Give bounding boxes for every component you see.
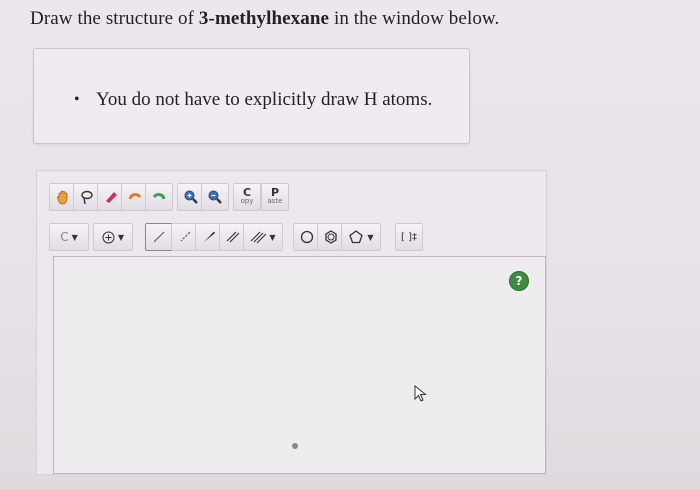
hint-box: • You do not have to explicitly draw H a… [33,48,470,144]
zoom-in-icon [184,190,198,204]
chevron-down-icon: ▼ [71,232,78,242]
charge-dropdown[interactable]: ▼ [93,223,133,251]
redo-icon [152,193,166,200]
undo-icon [128,193,142,200]
hashed-bond-icon [180,231,191,242]
hexagon-ring-icon [300,230,314,244]
editor-toolbar-top: C opy P aste [49,183,289,211]
wedge-bond-icon [204,231,215,242]
copy-label: C [242,186,252,199]
editor-toolbar-bottom: C ▼ ▼ ▼ ▼ [ ]‡ [49,223,449,251]
atom-select-value: C [60,230,69,244]
single-bond-icon [153,231,165,243]
hint-item: • You do not have to explicitly draw H a… [74,89,433,111]
mouse-cursor-icon [414,385,427,402]
hint-text: You do not have to explicitly draw H ato… [96,89,433,110]
zoom-out-button[interactable] [201,183,229,211]
prompt-prefix: Draw the structure of [30,8,199,29]
bullet-icon: • [74,91,80,108]
help-button[interactable]: ? [509,271,529,291]
eraser-icon [106,192,117,203]
chevron-down-icon: ▼ [117,232,125,242]
prompt-suffix: in the window below. [329,8,500,29]
copy-button[interactable]: C opy [233,183,261,211]
bracket-tool-button[interactable]: [ ]‡ [395,223,423,251]
question-prompt: Draw the structure of 3-methylhexane in … [30,8,499,30]
hand-icon [57,190,68,205]
benzene-icon [325,230,337,244]
triple-bond-dropdown[interactable]: ▼ [243,223,283,251]
triple-bond-icon [251,231,267,244]
lasso-icon [81,190,93,205]
bracket-tool-label: [ ]‡ [401,231,417,243]
plus-circle-icon [102,231,115,243]
copy-sublabel: opy [240,197,254,205]
compound-name: 3-methylhexane [198,8,330,29]
redo-button[interactable] [145,183,173,211]
paste-button[interactable]: P aste [261,183,289,211]
chevron-down-icon: ▼ [367,232,374,242]
chevron-down-icon: ▼ [269,232,276,242]
paste-label: P [270,186,280,199]
double-bond-icon [226,231,240,243]
drawing-canvas[interactable]: ? [53,256,546,474]
canvas-dot [292,443,298,449]
atom-select-dropdown[interactable]: C ▼ [49,223,89,251]
paste-sublabel: aste [267,197,283,205]
pentagon-ring-dropdown[interactable]: ▼ [341,223,381,251]
zoom-out-icon [208,190,222,204]
single-bond-button[interactable] [145,223,173,251]
structure-editor: C opy P aste C ▼ ▼ ▼ ▼ []‡ ? [36,170,547,475]
pentagon-icon [349,230,364,244]
